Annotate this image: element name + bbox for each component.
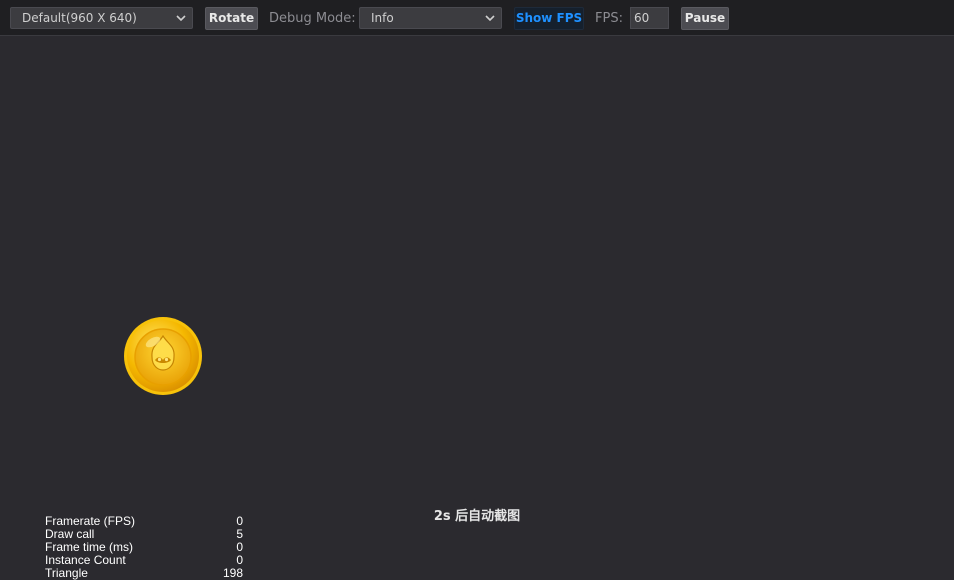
pause-button[interactable]: Pause [681,7,729,30]
debug-mode-select[interactable]: Info [359,7,502,29]
chevron-down-icon [176,15,186,22]
stat-label: Triangle [45,566,88,580]
debug-mode-label: Debug Mode: [269,11,356,26]
coin-icon[interactable] [123,316,203,396]
fps-label: FPS: [595,11,623,26]
toolbar: Default(960 X 640) Rotate Debug Mode: In… [0,0,954,36]
resolution-select-value: Default(960 X 640) [22,11,137,25]
stat-row: Triangle 198 [45,567,243,580]
show-fps-button[interactable]: Show FPS [514,7,584,30]
stat-value: 198 [222,566,243,580]
chevron-down-icon [485,15,495,22]
rotate-button[interactable]: Rotate [205,7,258,30]
resolution-select[interactable]: Default(960 X 640) [10,7,193,29]
fps-input[interactable]: 60 [630,7,669,29]
debug-mode-select-value: Info [371,11,394,25]
game-stage[interactable] [0,37,954,580]
stats-panel: Framerate (FPS) 0 Draw call 5 Frame time… [45,515,245,580]
